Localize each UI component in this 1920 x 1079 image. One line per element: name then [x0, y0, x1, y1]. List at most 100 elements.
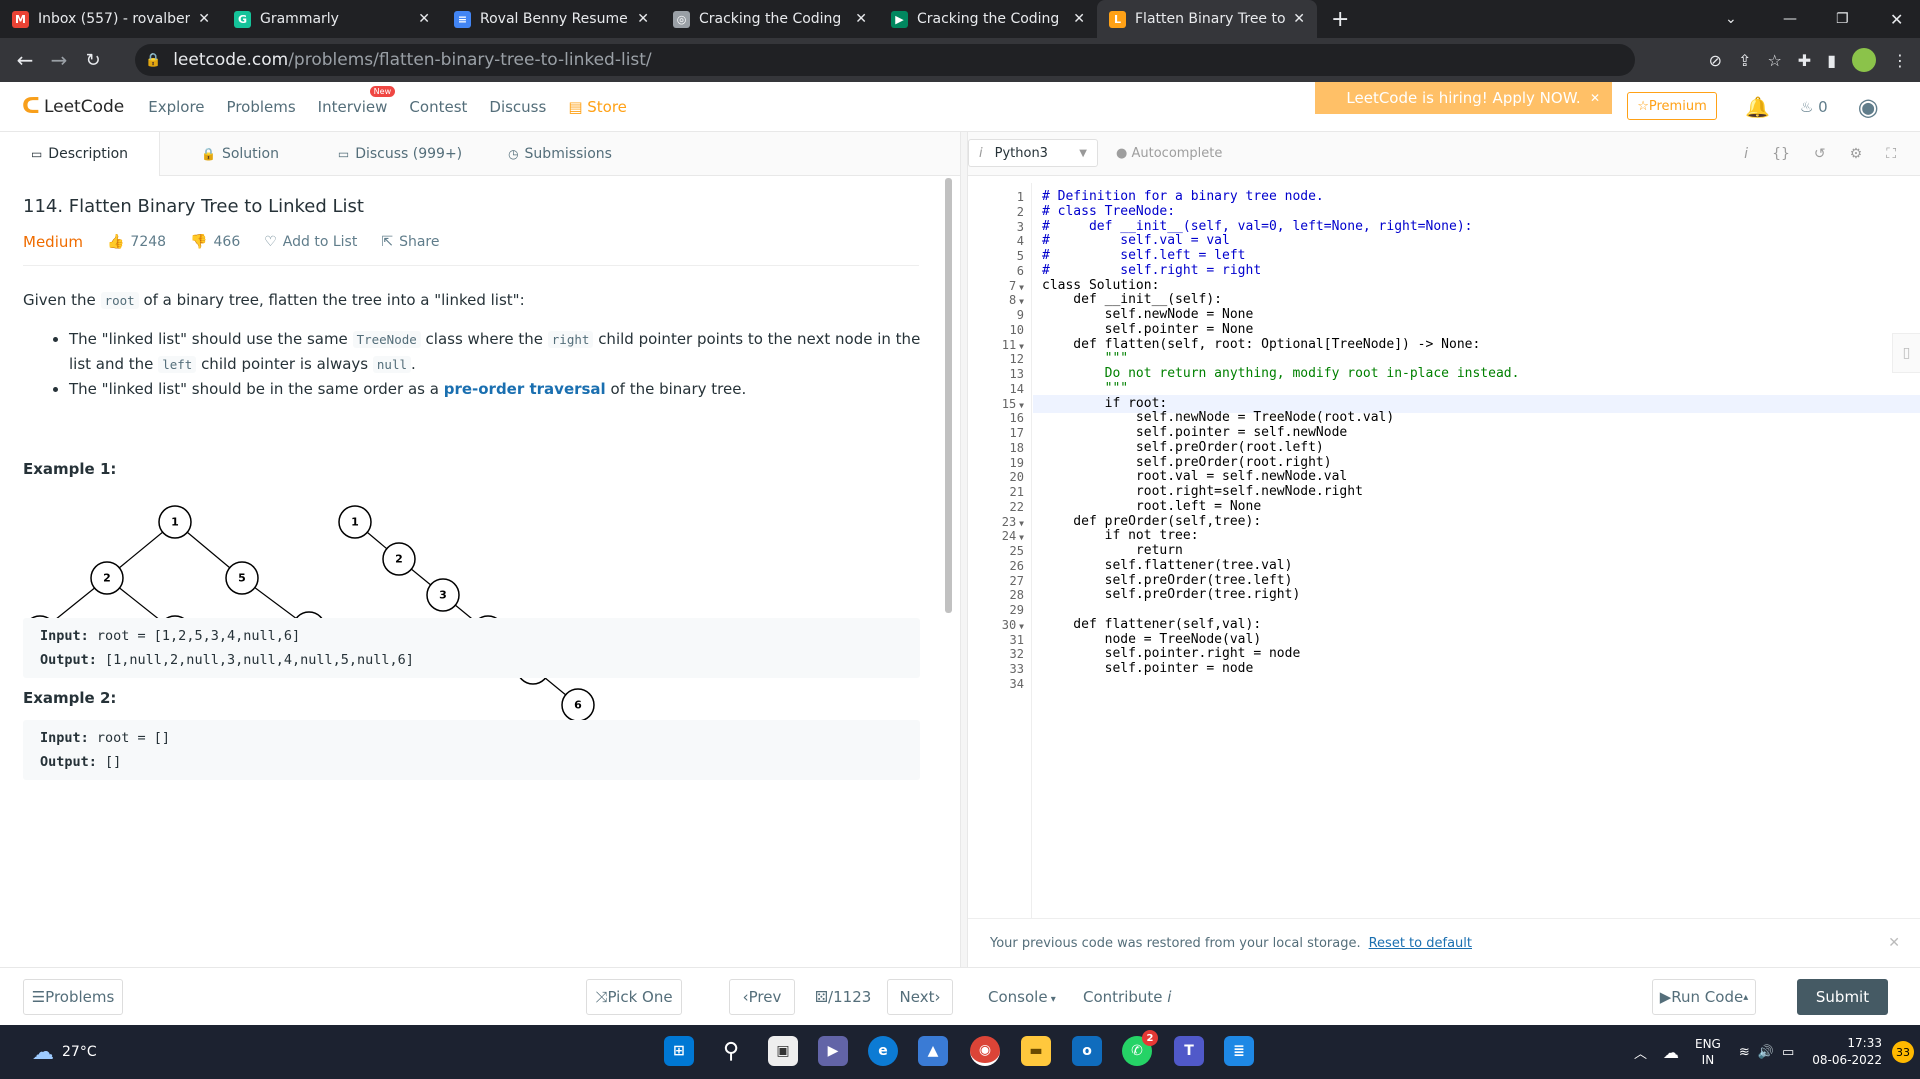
- dislike-button[interactable]: 👎 466: [190, 234, 240, 250]
- nav-discuss[interactable]: Discuss: [489, 98, 546, 116]
- fold-arrow-icon[interactable]: ▼: [1019, 519, 1024, 528]
- start-icon[interactable]: ⊞: [664, 1036, 694, 1066]
- more-menu-icon[interactable]: ⋮: [1892, 51, 1908, 70]
- chrome-icon[interactable]: ◉: [970, 1036, 1000, 1066]
- nav-store[interactable]: ▤ Store: [568, 98, 627, 116]
- close-window-button[interactable]: ✕: [1890, 0, 1903, 38]
- leetcode-logo[interactable]: ᑕ LeetCode: [22, 94, 124, 119]
- chat-icon[interactable]: ▶: [818, 1036, 848, 1066]
- fold-arrow-icon[interactable]: ▼: [1019, 622, 1024, 631]
- tab-solution[interactable]: 🔒 Solution: [160, 132, 320, 176]
- next-button[interactable]: Next ›: [887, 979, 953, 1015]
- browser-tab[interactable]: ▶ Cracking the Coding Interview - ✕: [879, 0, 1097, 38]
- weather-widget[interactable]: ☁ 27°C: [32, 1025, 97, 1079]
- browser-tab[interactable]: L Flatten Binary Tree to Linked Lis ✕: [1097, 0, 1317, 38]
- share-button[interactable]: ⇱ Share: [381, 234, 439, 250]
- task-view-icon[interactable]: ▣: [768, 1036, 798, 1066]
- browser-tab[interactable]: ◎ Cracking the Coding Interview.p ✕: [661, 0, 879, 38]
- tab-submissions[interactable]: ◷ Submissions: [480, 132, 640, 176]
- prev-button[interactable]: ‹ Prev: [729, 979, 795, 1015]
- fold-arrow-icon[interactable]: ▼: [1019, 297, 1024, 306]
- restore-button[interactable]: ❐: [1836, 0, 1849, 38]
- submit-button[interactable]: Submit: [1797, 979, 1888, 1015]
- fullscreen-icon[interactable]: ⛶: [1886, 146, 1896, 162]
- close-tab-icon[interactable]: ✕: [198, 11, 210, 27]
- feedback-tab-icon[interactable]: ▯: [1892, 333, 1920, 373]
- reset-to-default-link[interactable]: Reset to default: [1369, 936, 1472, 951]
- pick-one-button[interactable]: ⤨ Pick One: [586, 979, 682, 1015]
- forward-icon[interactable]: →: [42, 48, 76, 72]
- photos-icon[interactable]: ▲: [918, 1036, 948, 1066]
- hiring-banner[interactable]: LeetCode is hiring! Apply NOW. ✕: [1315, 82, 1612, 114]
- fold-arrow-icon[interactable]: ▼: [1019, 342, 1024, 351]
- close-tab-icon[interactable]: ✕: [418, 11, 430, 27]
- braces-icon[interactable]: {}: [1772, 146, 1790, 162]
- pre-order-link[interactable]: pre-order traversal: [444, 380, 606, 398]
- chevron-up-icon[interactable]: ︿: [1634, 1043, 1647, 1062]
- file-explorer-icon[interactable]: ▬: [1021, 1036, 1051, 1066]
- language-select[interactable]: i Python3 ▼: [968, 139, 1098, 167]
- reload-icon[interactable]: ↻: [76, 50, 110, 71]
- like-button[interactable]: 👍 7248: [107, 234, 166, 250]
- pane-resize-handle[interactable]: [960, 132, 968, 967]
- premium-button[interactable]: ☆ Premium: [1627, 92, 1717, 120]
- edge-icon[interactable]: e: [868, 1036, 898, 1066]
- share-page-icon[interactable]: ⇪: [1738, 51, 1751, 70]
- eye-off-icon[interactable]: ⊘: [1709, 51, 1722, 70]
- bookmark-star-icon[interactable]: ☆: [1767, 51, 1781, 70]
- nav-explore[interactable]: Explore: [148, 98, 204, 116]
- nav-problems[interactable]: Problems: [227, 98, 296, 116]
- search-icon[interactable]: ⚲: [716, 1036, 746, 1066]
- add-to-list-button[interactable]: ♡ Add to List: [264, 234, 357, 250]
- browser-tab[interactable]: M Inbox (557) - rovalbenny@gmai ✕: [0, 0, 222, 38]
- nav-contest[interactable]: Contest: [409, 98, 467, 116]
- problem-page-indicator[interactable]: ⚄/1123: [815, 988, 871, 1006]
- fold-arrow-icon[interactable]: ▼: [1019, 283, 1024, 292]
- tab-description[interactable]: ▭ Description: [0, 131, 160, 176]
- new-tab-button[interactable]: +: [1331, 7, 1349, 32]
- coins-counter[interactable]: ♨ 0: [1800, 98, 1828, 116]
- browser-tab[interactable]: ≡ Roval Benny Resume .NET - Goo ✕: [442, 0, 661, 38]
- run-code-button[interactable]: ▶ Run Code ▴: [1652, 979, 1756, 1015]
- tab-search-icon[interactable]: ⌄: [1725, 0, 1737, 38]
- autocomplete-toggle[interactable]: ● Autocomplete: [1116, 146, 1222, 161]
- reset-icon[interactable]: ↺: [1814, 146, 1826, 162]
- contribute-link[interactable]: Contribute i: [1083, 988, 1171, 1006]
- problems-button[interactable]: ☰ Problems: [23, 979, 123, 1015]
- hiring-close-icon[interactable]: ✕: [1590, 91, 1600, 105]
- wifi-icon[interactable]: ≋: [1739, 1045, 1750, 1060]
- notification-bell-icon[interactable]: 🔔: [1745, 95, 1770, 119]
- extensions-icon[interactable]: ✚: [1798, 51, 1811, 70]
- clock[interactable]: 17:33 08-06-2022: [1812, 1035, 1882, 1069]
- code-line[interactable]: self.preOrder(tree.right): [1042, 586, 1301, 604]
- onedrive-icon[interactable]: ☁: [1663, 1043, 1679, 1062]
- fold-arrow-icon[interactable]: ▼: [1019, 401, 1024, 410]
- back-icon[interactable]: ←: [8, 48, 42, 72]
- outlook-icon[interactable]: o: [1072, 1036, 1102, 1066]
- close-tab-icon[interactable]: ✕: [1293, 11, 1305, 27]
- settings-icon[interactable]: ⚙: [1850, 146, 1863, 162]
- whatsapp-icon[interactable]: ✆ 2: [1122, 1030, 1158, 1066]
- code-line[interactable]: self.pointer = node: [1042, 660, 1254, 678]
- description-scrollbar[interactable]: [945, 178, 952, 613]
- volume-icon[interactable]: 🔊: [1758, 1045, 1774, 1060]
- close-tab-icon[interactable]: ✕: [637, 11, 649, 27]
- tab-discuss[interactable]: ▭ Discuss (999+): [320, 132, 480, 176]
- minimize-button[interactable]: —: [1783, 0, 1797, 38]
- code-editor[interactable]: 1 2 3 4 5 6 7 ▼ 8 ▼ 9 10 11 ▼ 12 13 14 15 ▼ 16 17 18 19 20 21 22 2…: [968, 183, 1920, 918]
- address-bar[interactable]: 🔒 leetcode.com/problems/flatten-binary-t…: [135, 44, 1635, 76]
- profile-avatar[interactable]: [1852, 48, 1876, 72]
- fold-arrow-icon[interactable]: ▼: [1019, 533, 1024, 542]
- close-tab-icon[interactable]: ✕: [855, 11, 867, 27]
- teams-icon[interactable]: T: [1174, 1036, 1204, 1066]
- close-icon[interactable]: ✕: [1888, 935, 1900, 951]
- language-indicator[interactable]: ENG IN: [1695, 1036, 1721, 1068]
- notification-count-badge[interactable]: 33: [1892, 1041, 1914, 1063]
- user-avatar-icon[interactable]: ◉: [1858, 93, 1879, 121]
- browser-tab[interactable]: G Grammarly ✕: [222, 0, 442, 38]
- battery-icon[interactable]: ▭: [1782, 1045, 1794, 1060]
- console-toggle[interactable]: Console ▾: [988, 988, 1056, 1006]
- close-tab-icon[interactable]: ✕: [1073, 11, 1085, 27]
- side-panel-icon[interactable]: ▮: [1827, 51, 1836, 70]
- nav-interview[interactable]: Interview New: [318, 85, 396, 116]
